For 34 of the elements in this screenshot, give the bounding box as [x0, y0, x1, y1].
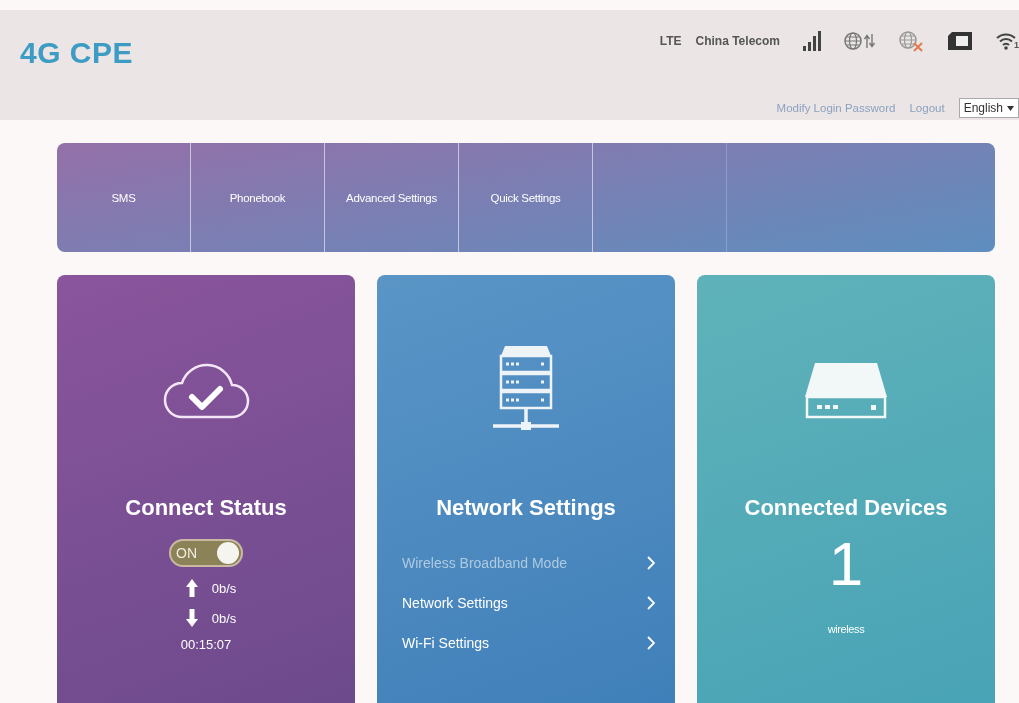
chevron-right-icon: [647, 636, 655, 650]
wifi-client-count: 1: [1014, 40, 1019, 50]
carrier-name: China Telecom: [695, 34, 780, 48]
settings-link[interactable]: Network Settings: [402, 583, 655, 623]
nav-tab[interactable]: Phonebook: [191, 143, 325, 252]
network-type: LTE: [659, 34, 682, 48]
chevron-right-icon: [647, 556, 655, 570]
device-type-caption: wireless: [827, 623, 865, 635]
header-link[interactable]: Logout: [909, 102, 945, 114]
download-rate: 0b/s: [211, 610, 237, 626]
card-title: Network Settings: [436, 495, 616, 521]
language-select[interactable]: English: [958, 98, 1019, 118]
router-icon: [803, 361, 889, 419]
signal-icon: [802, 31, 822, 51]
nav-tab[interactable]: Advanced Settings: [325, 143, 459, 252]
wifi-icon: [996, 32, 1016, 50]
card-title: Connect Status: [125, 495, 287, 521]
card-title: Connected Devices: [744, 495, 948, 521]
upload-rate: 0b/s: [211, 580, 237, 596]
globe-transfer-icon: [844, 31, 876, 51]
nav-tab[interactable]: Quick Settings: [459, 143, 593, 252]
upload-arrow-icon: [185, 579, 198, 597]
settings-link[interactable]: Wi-Fi Settings: [402, 623, 655, 663]
download-arrow-icon: [185, 609, 198, 627]
device-count: 1: [828, 533, 864, 595]
logo: 4G CPE: [20, 36, 134, 70]
sim-card-icon: [946, 31, 974, 51]
nav-tab[interactable]: SMS: [57, 143, 191, 252]
caret-icon: [1007, 105, 1014, 111]
connection-toggle[interactable]: ON: [169, 539, 243, 567]
chevron-right-icon: [647, 596, 655, 610]
connection-duration: 00:15:07: [180, 637, 232, 652]
header-link[interactable]: Modify Login Password: [776, 102, 896, 114]
globe-disconnected-icon: [898, 30, 924, 52]
